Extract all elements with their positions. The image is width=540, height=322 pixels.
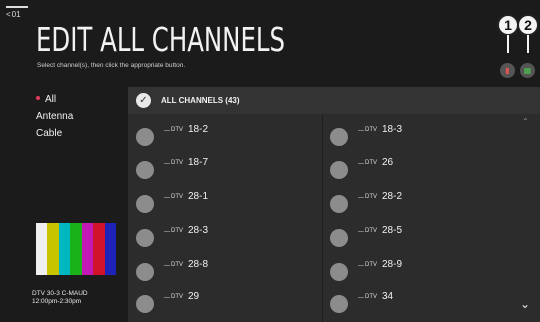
channel-type: DTV xyxy=(365,294,377,300)
current-program: DTV 30-3 C-MAUD 12:00pm-2:30pm xyxy=(32,290,88,306)
channel-type: DTV xyxy=(365,228,377,234)
all-channels-label: ALL CHANNELS (43) xyxy=(161,96,240,105)
radio-icon[interactable] xyxy=(136,195,154,213)
channel-type: DTV xyxy=(365,160,377,166)
channel-list-panel: ✓ ALL CHANNELS (43) — DTV 18-2 — DTV 18-… xyxy=(128,87,540,322)
callout-line-2 xyxy=(527,35,529,53)
channel-number: 18-3 xyxy=(382,124,403,135)
back-button[interactable]: <01 xyxy=(6,10,21,19)
back-label: 01 xyxy=(11,10,21,19)
callout-badge-1: 1 xyxy=(497,14,519,36)
antenna-icon: — xyxy=(358,128,364,134)
antenna-icon: — xyxy=(164,295,170,301)
sidebar-item-label: Antenna xyxy=(36,111,74,122)
channel-number: 28-2 xyxy=(382,191,403,202)
antenna-icon: — xyxy=(164,263,170,269)
unlock-icon: ▦ xyxy=(523,66,532,75)
channel-type: DTV xyxy=(171,160,183,166)
channel-type: DTV xyxy=(365,194,377,200)
column-divider xyxy=(322,114,323,322)
channel-number: 28-5 xyxy=(382,225,403,236)
channel-preview xyxy=(36,223,116,275)
current-time: 12:00pm-2:30pm xyxy=(32,298,82,305)
radio-icon[interactable] xyxy=(136,295,154,313)
color-bar xyxy=(104,223,116,275)
page-subtitle: Select channel(s), then click the approp… xyxy=(37,62,186,69)
antenna-icon: — xyxy=(358,295,364,301)
color-bar xyxy=(81,223,94,275)
antenna-icon: — xyxy=(358,263,364,269)
channel-type: DTV xyxy=(171,194,183,200)
current-channel: DTV 30-3 C-MAUD xyxy=(32,290,88,297)
radio-icon[interactable] xyxy=(136,263,154,281)
radio-icon[interactable] xyxy=(330,263,348,281)
channel-type: DTV xyxy=(171,294,183,300)
sidebar-item-antenna[interactable]: Antenna xyxy=(36,111,73,122)
channel-type: DTV xyxy=(365,127,377,133)
color-bar xyxy=(36,223,48,275)
callout-line-1 xyxy=(507,35,509,53)
radio-icon[interactable] xyxy=(330,229,348,247)
antenna-icon: — xyxy=(358,229,364,235)
checkmark-icon[interactable]: ✓ xyxy=(136,93,151,108)
scroll-up-icon[interactable]: ⌃ xyxy=(522,117,529,126)
antenna-icon: — xyxy=(358,195,364,201)
channel-type: DTV xyxy=(171,228,183,234)
channel-type: DTV xyxy=(365,262,377,268)
lock-button[interactable]: ▮ xyxy=(500,63,515,78)
antenna-icon: — xyxy=(164,229,170,235)
radio-icon[interactable] xyxy=(330,295,348,313)
unlock-button[interactable]: ▦ xyxy=(520,63,535,78)
antenna-icon: — xyxy=(164,195,170,201)
sidebar-item-label: All xyxy=(45,94,57,105)
radio-icon[interactable] xyxy=(330,195,348,213)
all-channels-row[interactable]: ✓ ALL CHANNELS (43) xyxy=(128,87,540,114)
scroll-down-icon[interactable]: ⌄ xyxy=(520,297,530,311)
color-bar xyxy=(58,223,71,275)
sidebar-item-label: Cable xyxy=(36,128,63,139)
color-bar xyxy=(47,223,59,275)
radio-icon[interactable] xyxy=(136,229,154,247)
back-bar[interactable] xyxy=(6,6,28,8)
channel-number: 28-8 xyxy=(188,259,209,270)
lock-icon: ▮ xyxy=(505,66,510,75)
channel-number: 18-2 xyxy=(188,124,209,135)
color-bar xyxy=(70,223,82,275)
radio-icon[interactable] xyxy=(330,161,348,179)
channel-number: 28-9 xyxy=(382,259,403,270)
channel-number: 26 xyxy=(382,157,394,168)
antenna-icon: — xyxy=(358,161,364,167)
radio-icon[interactable] xyxy=(136,161,154,179)
channel-number: 34 xyxy=(382,291,394,302)
chevron-left-icon: < xyxy=(6,10,11,19)
antenna-icon: — xyxy=(164,161,170,167)
radio-icon[interactable] xyxy=(136,128,154,146)
selected-dot-icon xyxy=(36,96,40,100)
channel-type: DTV xyxy=(171,127,183,133)
antenna-icon: — xyxy=(164,128,170,134)
channel-type: DTV xyxy=(171,262,183,268)
channel-number: 28-1 xyxy=(188,191,209,202)
sidebar-item-all[interactable]: All xyxy=(36,94,56,105)
page-title: EDIT ALL CHANNELS xyxy=(36,20,285,59)
channel-number: 28-3 xyxy=(188,225,209,236)
channel-number: 18-7 xyxy=(188,157,209,168)
channel-number: 29 xyxy=(188,291,200,302)
callout-badge-2: 2 xyxy=(517,14,539,36)
radio-icon[interactable] xyxy=(330,128,348,146)
color-bar xyxy=(93,223,105,275)
sidebar-item-cable[interactable]: Cable xyxy=(36,128,62,139)
